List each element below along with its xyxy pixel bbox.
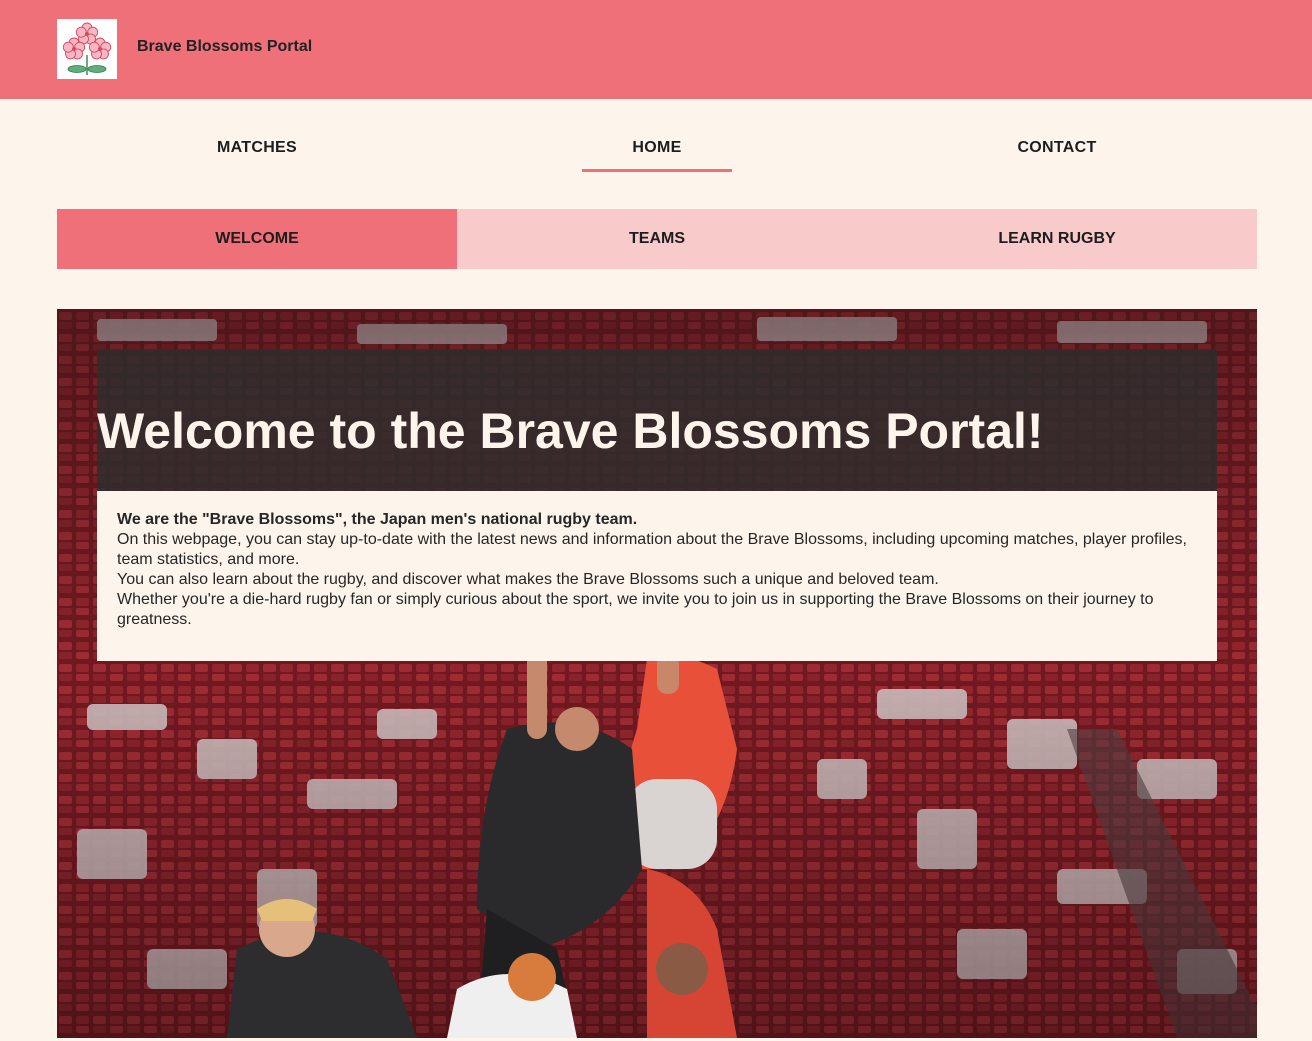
welcome-text-card: We are the "Brave Blossoms", the Japan m…	[97, 491, 1217, 661]
site-brand-title[interactable]: Brave Blossoms Portal	[137, 38, 312, 56]
sub-nav-tabs: WELCOME TEAMS LEARN RUGBY	[57, 209, 1257, 269]
cherry-blossom-logo-icon[interactable]	[57, 19, 117, 79]
tab-teams[interactable]: TEAMS	[457, 209, 857, 269]
welcome-paragraph-2: You can also learn about the rugby, and …	[117, 571, 939, 588]
header-bar: Brave Blossoms Portal	[0, 0, 1312, 99]
nav-item-home[interactable]: HOME	[582, 138, 732, 172]
hero-section: Welcome to the Brave Blossoms Portal! We…	[57, 309, 1257, 1038]
nav-item-matches[interactable]: MATCHES	[182, 138, 332, 172]
hero-title-banner: Welcome to the Brave Blossoms Portal!	[97, 349, 1217, 491]
welcome-paragraph-3: Whether you're a die-hard rugby fan or s…	[117, 591, 1154, 628]
welcome-paragraph-1: On this webpage, you can stay up-to-date…	[117, 531, 1187, 568]
tab-welcome[interactable]: WELCOME	[57, 209, 457, 269]
tab-learn-rugby[interactable]: LEARN RUGBY	[857, 209, 1257, 269]
nav-item-contact[interactable]: CONTACT	[982, 138, 1132, 172]
main-nav: MATCHES HOME CONTACT	[0, 99, 1312, 209]
hero-title: Welcome to the Brave Blossoms Portal!	[97, 403, 1044, 459]
welcome-lead-text: We are the "Brave Blossoms", the Japan m…	[117, 511, 638, 528]
